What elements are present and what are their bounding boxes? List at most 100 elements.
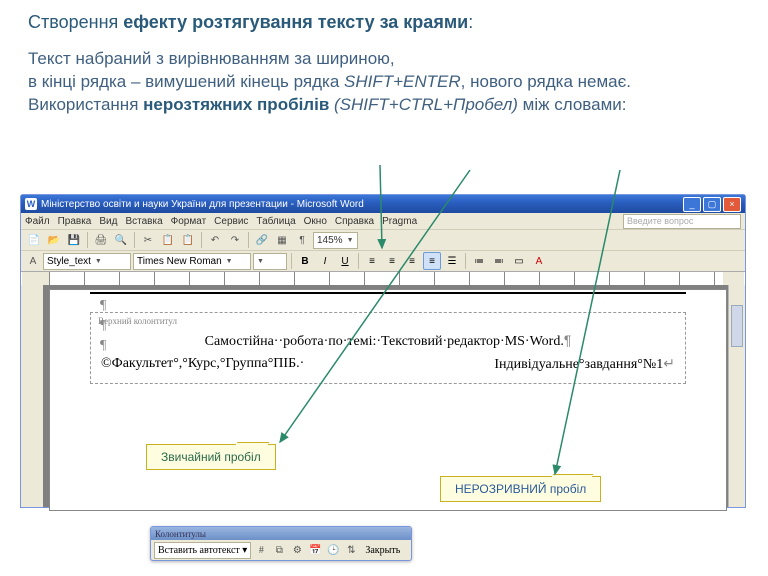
- font-combo[interactable]: Times New Roman ▼: [133, 253, 251, 270]
- menu-insert[interactable]: Вставка: [125, 216, 162, 227]
- bold-button[interactable]: B: [296, 252, 314, 270]
- header-text-center: Самостійна··робота·по·темі:·Текстовий·ре…: [205, 334, 564, 349]
- new-doc-icon[interactable]: 📄: [25, 231, 43, 249]
- separator: [358, 253, 359, 269]
- italic-button[interactable]: I: [316, 252, 334, 270]
- desc-line1: Текст набраний з вирівнюванням за ширино…: [28, 49, 395, 68]
- font-value: Times New Roman: [137, 256, 222, 267]
- scrollbar-thumb[interactable]: [731, 305, 743, 347]
- align-left-button[interactable]: ≡: [363, 252, 381, 270]
- desc-shortcut: (SHIFT+CTRL+Пробел): [329, 95, 518, 114]
- copy-icon[interactable]: 📋: [159, 231, 177, 249]
- date-icon[interactable]: 📅: [307, 542, 323, 558]
- desc-line2b: , нового рядка немає.: [461, 72, 631, 91]
- heading-suffix: :: [468, 12, 473, 32]
- bullets-button[interactable]: ≕: [490, 252, 508, 270]
- redo-icon[interactable]: ↷: [226, 231, 244, 249]
- menu-window[interactable]: Окно: [304, 216, 327, 227]
- titlebar: W Міністерство освіти и науки України дл…: [21, 195, 745, 213]
- underline-button[interactable]: U: [336, 252, 354, 270]
- header-text-right: Індивідуальне°завдання°№1: [494, 357, 663, 372]
- header-label: Верхний колонтитул: [98, 316, 675, 326]
- menu-format[interactable]: Формат: [171, 216, 207, 227]
- help-question-box[interactable]: Введите вопрос: [623, 214, 741, 229]
- menu-tools[interactable]: Сервис: [214, 216, 248, 227]
- vertical-scrollbar[interactable]: [728, 285, 745, 507]
- size-combo[interactable]: ▼: [253, 253, 287, 270]
- separator: [248, 232, 249, 248]
- style-combo[interactable]: Style_text ▼: [43, 253, 131, 270]
- float-toolbar-title: Колонтитулы: [151, 527, 411, 540]
- font-color-button[interactable]: A: [530, 252, 548, 270]
- print-icon[interactable]: 🖨: [92, 231, 110, 249]
- standard-toolbar: 📄 📂 💾 🖨 🔍 ✂ 📋 📋 ↶ ↷ 🔗 ▦ ¶ 145% ▼: [21, 230, 745, 251]
- separator: [87, 232, 88, 248]
- chevron-down-icon: ▼: [347, 237, 354, 244]
- align-right-button[interactable]: ≡: [403, 252, 421, 270]
- chevron-down-icon: ▼: [226, 258, 233, 265]
- align-justify-button[interactable]: ≡: [423, 252, 441, 270]
- style-icon[interactable]: A: [25, 253, 41, 269]
- open-icon[interactable]: 📂: [45, 231, 63, 249]
- separator: [291, 253, 292, 269]
- header-text-left: ©Факультет°,°Курс,°Группа°ПІБ.·: [101, 356, 304, 373]
- preview-icon[interactable]: 🔍: [112, 231, 130, 249]
- autotext-combo[interactable]: Вставить автотекст ▾: [154, 542, 251, 559]
- maximize-button[interactable]: ▢: [703, 197, 721, 212]
- desc-line3a: Використання: [28, 95, 143, 114]
- window-buttons: _ ▢ ×: [683, 197, 741, 212]
- menu-pragma[interactable]: Pragma: [382, 216, 417, 227]
- border-button[interactable]: ▭: [510, 252, 528, 270]
- desc-line2a: в кінці рядка – вимушений кінець рядка: [28, 72, 344, 91]
- align-center-button[interactable]: ≡: [383, 252, 401, 270]
- menu-edit[interactable]: Правка: [58, 216, 92, 227]
- header-footer-toolbar[interactable]: Колонтитулы Вставить автотекст ▾ # ⧉ ⚙ 📅…: [150, 526, 412, 561]
- time-icon[interactable]: 🕒: [325, 542, 341, 558]
- minimize-button[interactable]: _: [683, 197, 701, 212]
- horizontal-rule: [90, 292, 686, 294]
- line-spacing-button[interactable]: ☰: [443, 252, 461, 270]
- pilcrow-mark: ¶: [564, 332, 572, 348]
- numbering-button[interactable]: ≔: [470, 252, 488, 270]
- menu-view[interactable]: Вид: [99, 216, 117, 227]
- heading-prefix: Створення: [28, 12, 123, 32]
- table-icon[interactable]: ▦: [273, 231, 291, 249]
- word-icon: W: [25, 198, 37, 210]
- desc-shift-enter: SHIFT+ENTER: [344, 72, 461, 91]
- desc-nbsp-term: нерозтяжних пробілів: [143, 95, 329, 114]
- menu-help[interactable]: Справка: [335, 216, 374, 227]
- pilcrow-icon[interactable]: ¶: [293, 231, 311, 249]
- zoom-value: 145%: [317, 235, 343, 246]
- paste-icon[interactable]: 📋: [179, 231, 197, 249]
- header-line-2: ©Факультет°,°Курс,°Группа°ПІБ.· Індивіду…: [101, 356, 675, 373]
- switch-icon[interactable]: ⇅: [343, 542, 359, 558]
- zoom-combo[interactable]: 145% ▼: [313, 232, 358, 249]
- chevron-down-icon: ▼: [257, 258, 264, 265]
- header-area[interactable]: Верхний колонтитул Самостійна··робота·по…: [90, 312, 686, 384]
- menubar: Файл Правка Вид Вставка Формат Сервис Та…: [21, 213, 745, 230]
- menu-table[interactable]: Таблица: [256, 216, 295, 227]
- vertical-ruler[interactable]: [21, 285, 44, 507]
- separator: [134, 232, 135, 248]
- format-page-icon[interactable]: ⚙: [289, 542, 305, 558]
- window-title: Міністерство освіти и науки України для …: [41, 199, 364, 210]
- save-icon[interactable]: 💾: [65, 231, 83, 249]
- menu-file[interactable]: Файл: [25, 216, 50, 227]
- close-button[interactable]: ×: [723, 197, 741, 212]
- page[interactable]: Верхний колонтитул Самостійна··робота·по…: [49, 289, 727, 511]
- page-number-icon[interactable]: #: [253, 542, 269, 558]
- formatting-toolbar: A Style_text ▼ Times New Roman ▼ ▼ B I U ≡…: [21, 251, 745, 272]
- link-icon[interactable]: 🔗: [253, 231, 271, 249]
- chevron-down-icon: ▼: [95, 258, 102, 265]
- word-window: W Міністерство освіти и науки України дл…: [20, 194, 746, 508]
- style-value: Style_text: [47, 256, 91, 267]
- undo-icon[interactable]: ↶: [206, 231, 224, 249]
- slide-heading: Створення ефекту розтягування тексту за …: [28, 12, 740, 33]
- float-toolbar-body: Вставить автотекст ▾ # ⧉ ⚙ 📅 🕒 ⇅ Закрыть: [151, 540, 411, 560]
- pages-icon[interactable]: ⧉: [271, 542, 287, 558]
- separator: [465, 253, 466, 269]
- cut-icon[interactable]: ✂: [139, 231, 157, 249]
- separator: [201, 232, 202, 248]
- float-close-button[interactable]: Закрыть: [365, 545, 400, 556]
- header-line-1: Самостійна··робота·по·темі:·Текстовий·ре…: [101, 332, 675, 350]
